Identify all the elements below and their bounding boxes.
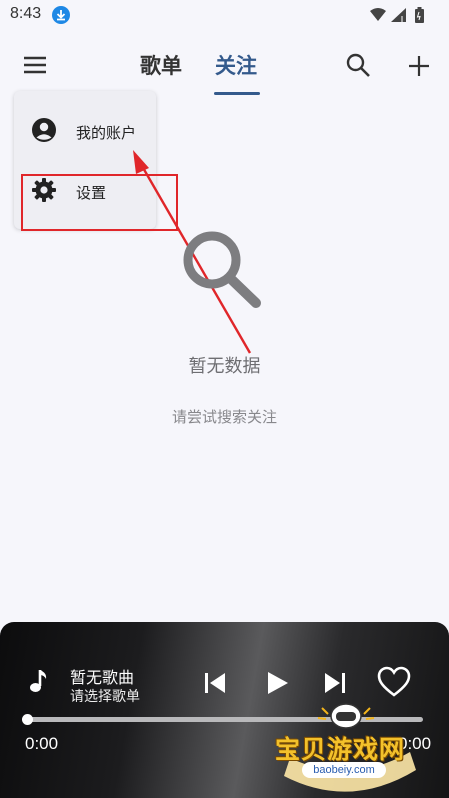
signal-icon bbox=[391, 8, 406, 22]
watermark-brand: 宝贝游戏网 bbox=[275, 735, 406, 764]
hamburger-menu-icon[interactable] bbox=[23, 55, 47, 75]
song-title: 暂无歌曲 bbox=[70, 668, 135, 687]
play-icon[interactable] bbox=[262, 668, 292, 698]
status-bar: 8:43 bbox=[0, 0, 449, 30]
watermark-url: baobeiy.com bbox=[302, 762, 386, 778]
tab-indicator bbox=[214, 92, 260, 95]
watermark-logo: 宝贝游戏网 baobeiy.com bbox=[270, 700, 430, 792]
current-time: 0:00 bbox=[25, 734, 59, 753]
next-track-icon[interactable] bbox=[320, 668, 350, 698]
status-icons bbox=[369, 6, 435, 28]
menu-item-label: 我的账户 bbox=[76, 124, 137, 142]
empty-search-icon bbox=[180, 228, 264, 312]
status-time: 8:43 bbox=[10, 5, 42, 22]
tab-playlist[interactable]: 歌单 bbox=[140, 50, 182, 80]
search-icon[interactable] bbox=[345, 52, 371, 78]
tab-follow[interactable]: 关注 bbox=[215, 50, 257, 80]
heart-icon[interactable] bbox=[377, 666, 411, 698]
annotation-highlight-box bbox=[21, 174, 178, 231]
account-circle-icon bbox=[31, 117, 57, 143]
menu-item-account[interactable]: 我的账户 bbox=[14, 103, 156, 159]
song-subtitle: 请选择歌单 bbox=[70, 689, 140, 705]
progress-thumb[interactable] bbox=[22, 714, 33, 725]
battery-icon bbox=[415, 7, 424, 23]
previous-track-icon[interactable] bbox=[200, 668, 230, 698]
wifi-icon bbox=[370, 8, 386, 21]
music-note-icon bbox=[28, 668, 50, 694]
empty-state-hint: 请尝试搜索关注 bbox=[171, 408, 277, 426]
add-icon[interactable] bbox=[406, 53, 432, 79]
download-icon bbox=[52, 6, 70, 24]
empty-state-title: 暂无数据 bbox=[188, 356, 261, 377]
